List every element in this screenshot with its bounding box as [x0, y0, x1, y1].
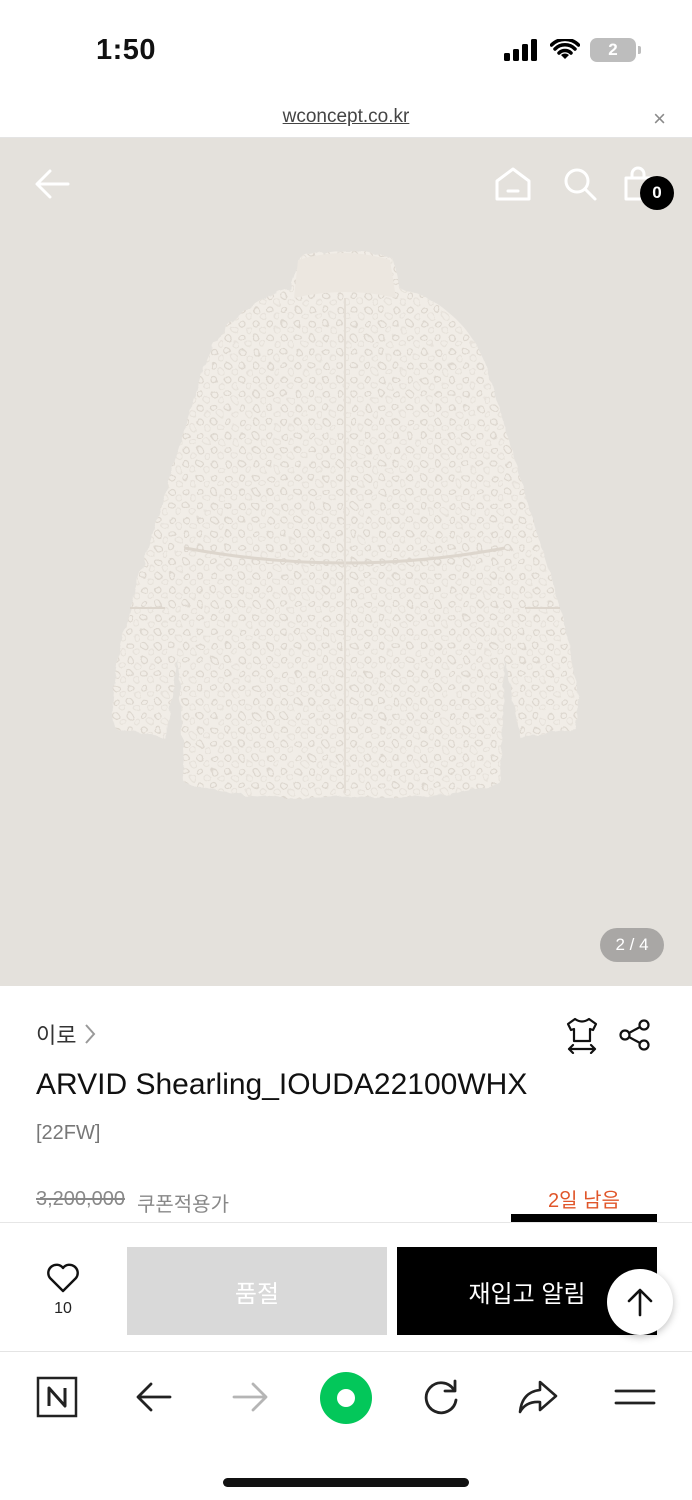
product-image: [112, 250, 578, 798]
size-guide-button[interactable]: [564, 1016, 600, 1059]
search-button[interactable]: [562, 166, 598, 207]
price-row: 3,200,000 쿠폰적용가: [36, 1188, 229, 1217]
product-season: [22FW]: [36, 1122, 101, 1144]
product-title: ARVID Shearling_IOUDA22100WHX: [36, 1068, 528, 1101]
home-button[interactable]: [494, 166, 532, 207]
product-info: 이로 ARVID Shearling_IOUDA22100WHX [22FW] …: [0, 986, 692, 1222]
naver-green-button[interactable]: [318, 1370, 374, 1431]
arrow-left-icon: [136, 1382, 172, 1412]
days-left-label: 2일 남음: [548, 1190, 620, 1212]
status-icons: 2: [504, 38, 641, 62]
home-icon: [495, 167, 531, 201]
reload-icon: [424, 1379, 458, 1415]
url-text[interactable]: wconcept.co.kr: [0, 106, 692, 128]
arrow-up-icon: [627, 1288, 653, 1317]
browser-back-button[interactable]: [134, 1376, 174, 1423]
menu-button[interactable]: [614, 1376, 656, 1423]
price-label: 쿠폰적용가: [136, 1194, 229, 1216]
scroll-top-button[interactable]: [607, 1269, 673, 1335]
share-icon: [619, 1019, 650, 1051]
product-image-carousel[interactable]: 0 2 / 4: [0, 138, 692, 986]
reload-button[interactable]: [421, 1376, 461, 1423]
wishlist-count: 10: [54, 1300, 72, 1317]
status-bar: 1:50 2: [0, 0, 692, 100]
naver-button[interactable]: [36, 1376, 78, 1423]
soldout-button[interactable]: 품절: [127, 1247, 387, 1335]
search-icon: [564, 168, 597, 201]
days-left-bar: [511, 1214, 657, 1222]
share-arrow-icon: [518, 1380, 558, 1414]
home-indicator: [223, 1478, 469, 1487]
arrow-right-icon: [232, 1382, 268, 1412]
share-button[interactable]: [618, 1018, 652, 1057]
wishlist-button[interactable]: 10: [40, 1263, 86, 1318]
share-page-button[interactable]: [516, 1376, 560, 1423]
battery-indicator: 2: [590, 38, 641, 62]
cart-count-badge: 0: [640, 176, 674, 210]
naver-green-dot-icon: [320, 1372, 372, 1424]
back-button[interactable]: [32, 164, 72, 209]
brand-name: 이로: [36, 1023, 77, 1048]
cellular-signal-icon: [504, 39, 537, 61]
heart-icon: [47, 1263, 79, 1293]
hamburger-menu-icon: [614, 1389, 656, 1405]
brand-link[interactable]: 이로: [36, 1018, 96, 1050]
original-price: 3,200,000: [36, 1188, 125, 1210]
browser-forward-button[interactable]: [230, 1376, 270, 1423]
naver-n-icon: [36, 1376, 78, 1418]
purchase-action-bar: 10 품절 재입고 알림: [0, 1223, 692, 1351]
chevron-right-icon: [85, 1024, 96, 1044]
status-time: 1:50: [96, 34, 157, 66]
close-icon[interactable]: ×: [653, 106, 666, 132]
wifi-icon: [550, 39, 580, 59]
url-bar[interactable]: wconcept.co.kr ×: [0, 100, 692, 138]
arrow-left-icon: [35, 169, 70, 199]
browser-toolbar: [0, 1351, 692, 1500]
size-guide-icon: [566, 1017, 598, 1055]
slide-indicator: 2 / 4: [600, 928, 664, 962]
